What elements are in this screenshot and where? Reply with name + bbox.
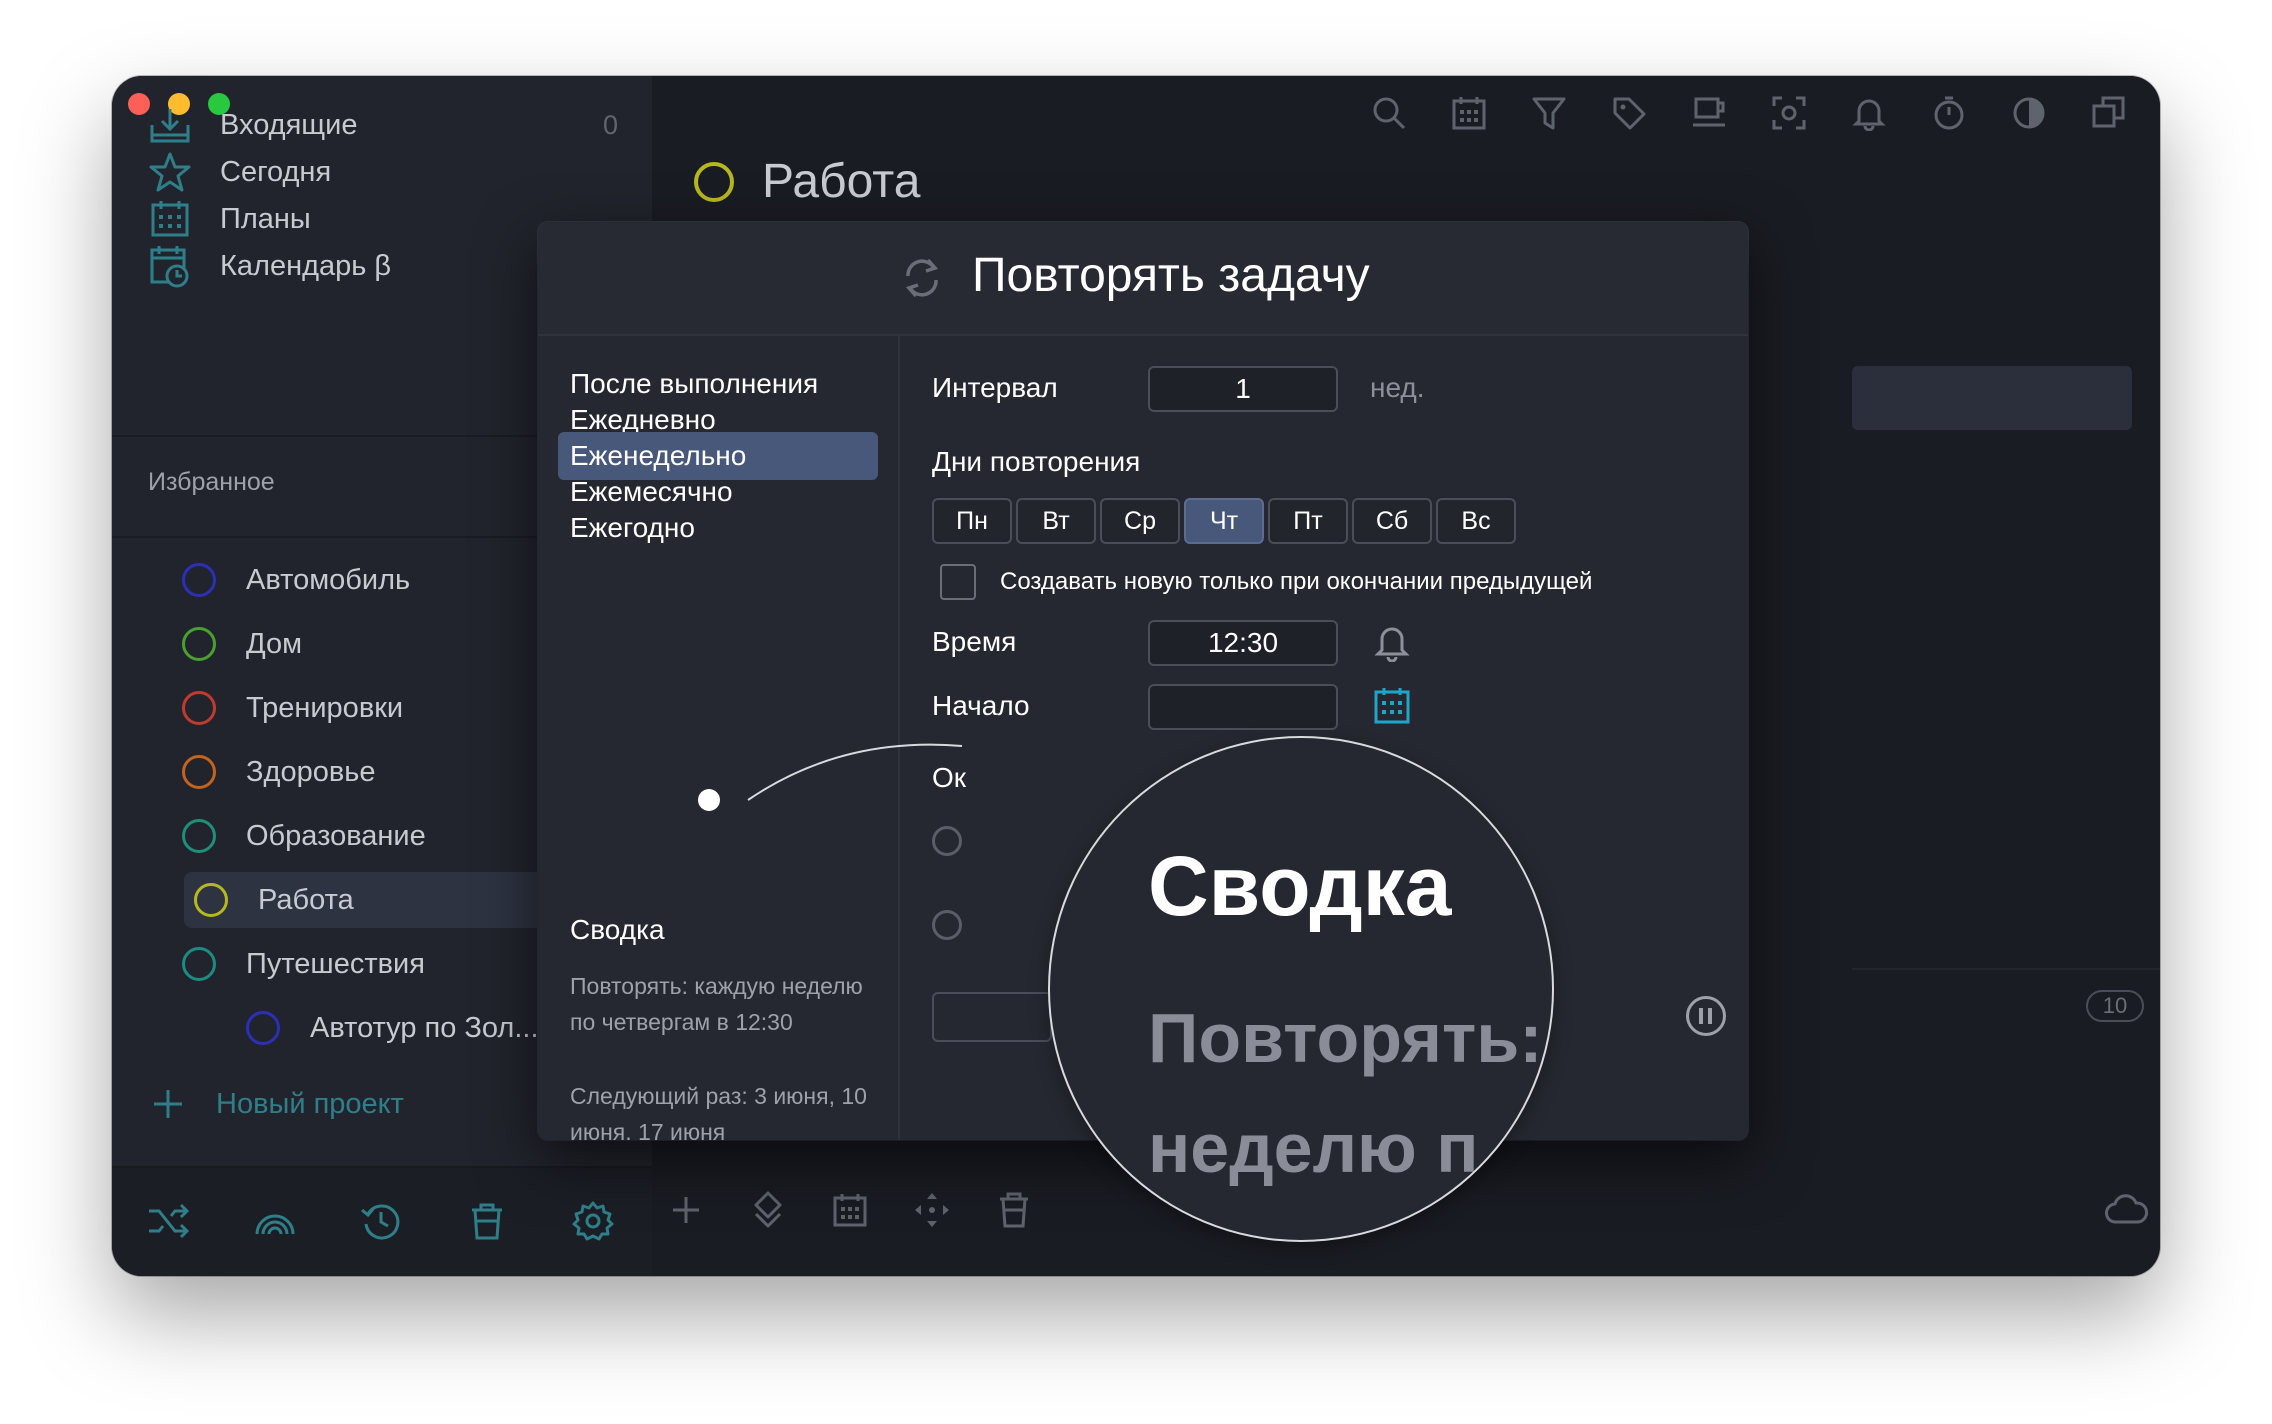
- magnified-summary-line: неделю п: [1148, 1109, 1479, 1187]
- magnifier-zoom: Сводка Повторять: неделю п: [1050, 738, 1552, 1240]
- magnified-summary-title: Сводка: [1148, 839, 1452, 933]
- magnified-summary-line: Повторять:: [1148, 999, 1543, 1077]
- app-window: Входящие 0 Сегодня Планы Календарь β Изб…: [112, 76, 2160, 1276]
